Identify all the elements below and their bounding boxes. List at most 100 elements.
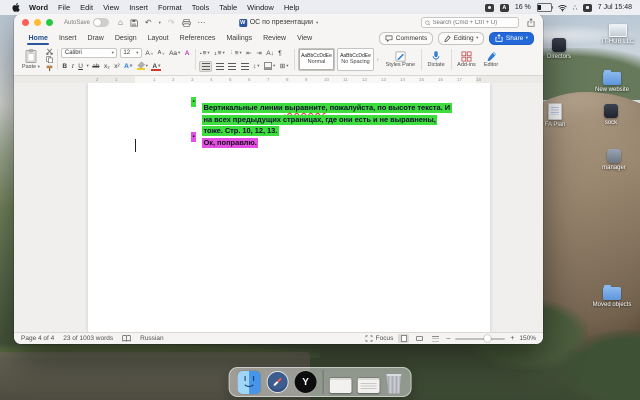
multilevel-list-button[interactable]: ⋮≡▾ [228,50,243,57]
menu-item-view[interactable]: View [98,3,124,12]
home-icon[interactable]: ⌂ [118,19,123,27]
menu-item-word[interactable]: Word [24,3,53,12]
align-right-button[interactable] [227,63,237,70]
control-center-icon[interactable]: ∴ [573,4,577,12]
tab-design[interactable]: Design [109,31,142,45]
trash-dock-icon[interactable] [385,374,402,394]
undo-chevron-icon[interactable]: ▾ [159,19,161,27]
highlight-button[interactable]: ▾ [136,62,149,70]
screen-recording-icon[interactable] [485,4,494,12]
tab-layout[interactable]: Layout [142,31,174,45]
desktop-icon-it-hub-llc[interactable]: IT-HUB LLC [595,24,640,45]
add-ins-button[interactable]: Add-ins [455,46,478,73]
borders-button[interactable]: ⊞▾ [279,62,290,70]
text-effects-button[interactable]: A▾ [123,63,133,70]
underline-chevron-icon[interactable]: ▾ [86,63,88,69]
shading-button[interactable]: ▾ [263,62,276,70]
search-input[interactable] [433,20,516,26]
shrink-font-button[interactable]: A˅ [157,50,166,56]
highlighted-text-line[interactable]: на всех предыдущих страницах, где они ес… [202,109,452,119]
tab-home[interactable]: Home [23,31,53,45]
word-count[interactable]: 23 of 1003 words [63,335,113,342]
underline-button[interactable]: U [77,63,84,70]
zoom-slider[interactable] [455,338,505,340]
numbered-list-button[interactable]: 1≡▾ [213,50,226,57]
menu-item-window[interactable]: Window [242,3,279,12]
zoom-in-button[interactable]: + [510,335,514,342]
autosave-toggle[interactable] [93,18,109,27]
highlighted-text-line-pink[interactable]: Ок, поправлю. [202,132,452,142]
language-indicator[interactable]: Russian [140,335,163,342]
tab-draw[interactable]: Draw [82,31,109,45]
increase-indent-button[interactable]: ⇥ [255,49,262,57]
tab-references[interactable]: References [174,31,221,45]
dictate-button[interactable]: Dictate [426,46,447,73]
menu-item-insert[interactable]: Insert [124,3,153,12]
share-titlebar-icon[interactable] [527,18,535,27]
undo-icon[interactable]: ↶ [145,19,152,27]
web-layout-view-button[interactable] [414,334,425,343]
desktop-icon-new-website[interactable]: New website [589,72,635,93]
sort-button[interactable]: A↓ [265,50,275,57]
clear-formatting-button[interactable]: A [184,50,191,57]
search-field[interactable] [421,17,519,28]
subscript-button[interactable]: x₂ [103,63,111,70]
focus-button[interactable]: Focus [365,335,393,342]
finder-dock-icon[interactable] [238,371,261,394]
battery-icon[interactable] [537,3,552,12]
paste-button[interactable]: Paste ▾ [20,46,42,73]
font-size-select[interactable]: 12▾ [120,48,142,58]
justify-button[interactable] [240,63,250,70]
minimized-document-thumbnail[interactable] [357,378,379,393]
tab-review[interactable]: Review [258,31,292,45]
tab-mailings[interactable]: Mailings [221,31,258,45]
style-no-spacing[interactable]: AaBbCcDdEe No Spacing [337,48,374,71]
menu-item-edit[interactable]: Edit [75,3,98,12]
minimized-window-thumbnail[interactable] [329,378,351,393]
tab-view[interactable]: View [292,31,318,45]
window-title-bar[interactable]: AutoSave ⌂ ↶ ▾ ↷ ⋯ W ОС по презентации ▾ [14,14,543,31]
change-case-button[interactable]: Aa▾ [168,50,181,57]
style-normal[interactable]: AaBbCcDdEe Normal [298,48,335,71]
strikethrough-button[interactable]: ab [91,63,100,70]
styles-pane-button[interactable]: Styles Pane [384,46,417,73]
share-button[interactable]: Share ▾ [489,32,534,45]
menu-bar-clock[interactable]: 7 Jul 15:48 [598,4,632,11]
cut-icon[interactable] [46,48,53,55]
bullet-list-button[interactable]: •≡▾ [199,50,211,57]
align-left-button[interactable] [199,61,212,72]
styles-scroll-icon[interactable]: › [376,57,380,63]
document-title[interactable]: W ОС по презентации ▾ [239,19,319,27]
align-center-button[interactable] [215,63,225,70]
apple-menu[interactable] [8,3,24,12]
keyboard-input-icon[interactable] [583,4,592,12]
desktop-icon-manager[interactable]: manager [591,149,637,171]
y-app-dock-icon[interactable]: Y [295,371,317,393]
menu-item-help[interactable]: Help [279,3,304,12]
more-toolbar-icon[interactable]: ⋯ [198,19,206,27]
menu-item-format[interactable]: Format [153,3,187,12]
editing-mode-button[interactable]: Editing ▾ [438,32,484,45]
italic-button[interactable]: I [71,63,75,70]
superscript-button[interactable]: x² [113,63,120,70]
print-layout-view-button[interactable] [398,334,409,343]
close-window-button[interactable] [22,19,29,26]
desktop-icon-moved-objects[interactable]: Moved objects [589,287,635,308]
editor-button[interactable]: Editor [482,46,500,73]
decrease-indent-button[interactable]: ⇤ [245,49,252,57]
comments-button[interactable]: Comments [379,32,433,45]
tab-insert[interactable]: Insert [53,31,82,45]
bold-button[interactable]: B [61,63,68,70]
save-icon[interactable] [130,19,138,27]
proofing-icon[interactable] [122,335,131,342]
show-paragraph-marks-button[interactable]: ¶ [277,50,283,57]
page-indicator[interactable]: Page 4 of 4 [21,335,54,342]
menu-item-table[interactable]: Table [214,3,242,12]
highlighted-text-line[interactable]: Вертикальные линии выравните, пожалуйста… [202,97,452,107]
desktop-icon-sock[interactable]: sock [588,104,634,126]
input-switcher-icon[interactable]: A [500,4,509,12]
print-icon[interactable] [182,19,191,27]
zoom-level[interactable]: 150% [519,335,536,342]
outline-view-button[interactable] [430,334,441,343]
wifi-icon[interactable] [558,4,567,12]
